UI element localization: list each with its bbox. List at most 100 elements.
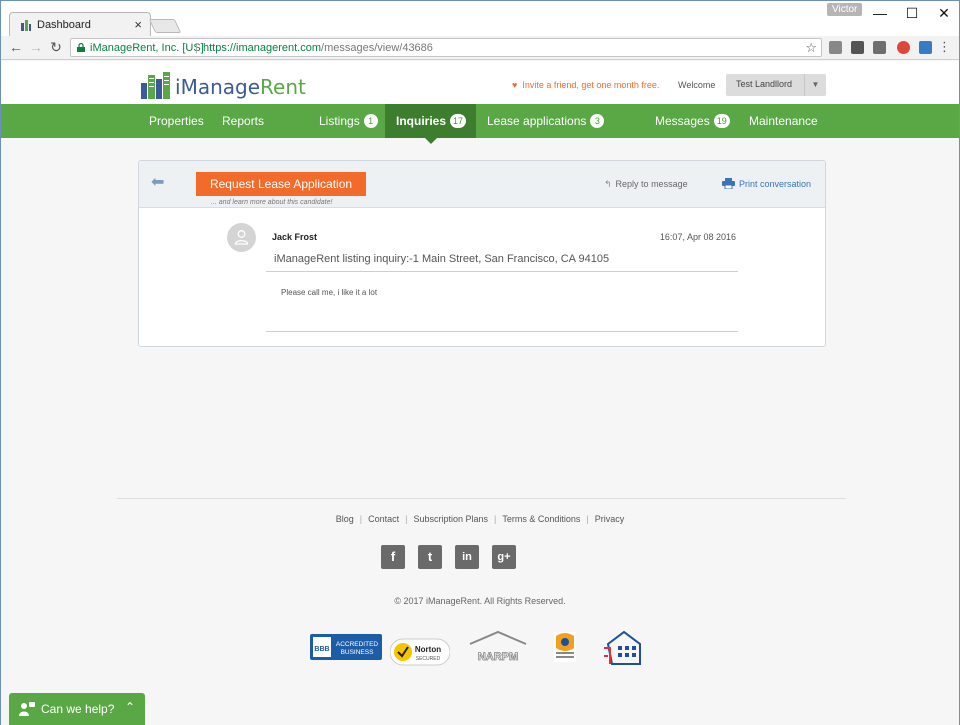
caret-down-icon[interactable]: ▼ (804, 74, 826, 96)
footer-link-blog[interactable]: Blog (336, 514, 354, 524)
bbb-line1: ACCREDITED (336, 641, 379, 648)
message-timestamp: 16:07, Apr 08 2016 (659, 232, 736, 242)
narpm-badge[interactable]: NARPM (466, 630, 530, 666)
back-arrow-icon[interactable]: ⬅ (151, 172, 164, 192)
nav-label: Reports (222, 114, 265, 128)
badge-extension-icon[interactable] (873, 41, 886, 54)
norton-label: Norton (415, 645, 441, 654)
bookmark-star-icon[interactable]: ☆ (805, 40, 817, 56)
nav-messages[interactable]: Messages 19 (655, 104, 730, 138)
user-menu-button[interactable]: Test Landllord ▼ (726, 74, 826, 96)
nav-listings[interactable]: Listings 1 (319, 104, 378, 138)
print-label: Print conversation (739, 179, 812, 189)
address-bar[interactable]: iManageRent, Inc. [US] | https://imanage… (70, 38, 822, 57)
invite-link[interactable]: ♥ Invite a friend, get one month free. (512, 80, 659, 90)
url-path: /messages/view/43686 (321, 42, 433, 54)
heart-icon: ♥ (512, 80, 518, 90)
buildings-logo-icon (141, 72, 170, 99)
footer-link-contact[interactable]: Contact (368, 514, 399, 524)
footer-separator: | (494, 514, 497, 524)
avatar (227, 223, 256, 252)
norton-secured-badge[interactable]: Norton SECURED (390, 638, 450, 666)
browser-tab[interactable]: Dashboard × (9, 12, 151, 37)
footer-links: Blog | Contact | Subscription Plans | Terms & … (0, 514, 960, 524)
pocket-extension-icon[interactable] (851, 41, 864, 54)
logo-rent: Rent (260, 75, 306, 99)
screen-extension-icon[interactable] (919, 41, 932, 54)
reply-to-message-link[interactable]: ↰ Reply to message (604, 179, 688, 190)
message-card: ⬅ Request Lease Application ... and lear… (138, 160, 826, 347)
norton-sublabel: SECURED (416, 656, 441, 662)
caa-badge[interactable] (552, 630, 578, 666)
tab-title: Dashboard (37, 19, 91, 31)
invite-text: Invite a friend, get one month free. (522, 80, 660, 90)
print-conversation-link[interactable]: Print conversation (722, 178, 811, 189)
message-card-header: ⬅ Request Lease Application ... and lear… (139, 161, 825, 208)
footer-separator: | (359, 514, 363, 524)
footer-link-subscription-plans[interactable]: Subscription Plans (413, 514, 488, 524)
nav-label: Inquiries (396, 114, 447, 128)
browser-toolbar: ← → ↻ iManageRent, Inc. [US] | https://i… (0, 36, 960, 60)
reply-icon: ↰ (604, 179, 612, 189)
window-border (0, 0, 1, 725)
camera-extension-icon[interactable] (829, 41, 842, 54)
footer-link-privacy[interactable]: Privacy (595, 514, 625, 524)
bbb-accredited-badge[interactable]: BBB ACCREDITED BUSINESS (310, 630, 382, 666)
request-lease-application-button[interactable]: Request Lease Application (196, 172, 366, 196)
message-body: Please call me, i like it a lot (281, 288, 378, 297)
nav-inquiries[interactable]: Inquiries 17 (385, 104, 476, 144)
nav-maintenance[interactable]: Maintenance (749, 104, 818, 138)
maximize-button[interactable]: ☐ (897, 3, 927, 23)
sf-apartment-association-badge[interactable] (602, 630, 642, 666)
site-header: iManageRent ♥ Invite a friend, get one mo… (0, 61, 960, 104)
nav-reports[interactable]: Reports (222, 104, 264, 138)
nav-label: Maintenance (749, 114, 818, 128)
browser-titlebar: Dashboard × Victor — ☐ ✕ (0, 0, 960, 37)
svg-text:BBB: BBB (314, 646, 329, 653)
tab-close-icon[interactable]: × (134, 17, 142, 32)
back-icon[interactable]: ← (7, 38, 25, 56)
forward-icon[interactable]: → (27, 38, 45, 56)
nav-label: Listings (319, 114, 360, 128)
chat-person-icon (19, 702, 35, 716)
main-nav: Properties Reports Listings 1 Inquiries 17… (0, 104, 960, 144)
nav-lease-applications[interactable]: Lease applications 3 (487, 104, 605, 138)
twitter-icon[interactable]: t (418, 545, 442, 569)
user-name: Test Landllord (736, 79, 793, 89)
close-window-button[interactable]: ✕ (929, 3, 959, 23)
welcome-label: Welcome (678, 80, 716, 90)
nav-count-badge: 3 (590, 114, 605, 128)
bbb-line2: BUSINESS (341, 649, 375, 656)
divider (266, 331, 738, 332)
ublock-extension-icon[interactable] (897, 41, 910, 54)
footer-separator: | (586, 514, 589, 524)
reload-icon[interactable]: ↻ (47, 38, 65, 56)
nav-count-badge: 17 (450, 114, 467, 128)
user-avatar-icon (234, 230, 249, 245)
url-text: https://imanagerent.com/messages/view/43… (203, 42, 433, 54)
nav-label: Properties (149, 114, 204, 128)
footer-divider (117, 498, 846, 499)
nav-count-badge: 1 (363, 114, 378, 128)
facebook-icon[interactable]: f (381, 545, 405, 569)
profile-badge[interactable]: Victor (827, 3, 863, 16)
divider (266, 271, 738, 272)
nav-properties[interactable]: Properties (149, 104, 204, 138)
chevron-up-icon[interactable]: ⌃ (125, 700, 135, 714)
logo-manage: Manage (180, 75, 261, 99)
secure-origin-label: iManageRent, Inc. [US] (90, 42, 204, 54)
reply-label: Reply to message (615, 179, 688, 189)
browser-menu-icon[interactable]: ⋮ (938, 39, 951, 55)
footer-link-terms[interactable]: Terms & Conditions (502, 514, 580, 524)
nav-count-badge: 19 (713, 114, 730, 128)
google-plus-icon[interactable]: g+ (492, 545, 516, 569)
nav-label: Lease applications (487, 114, 587, 128)
linkedin-icon[interactable]: in (455, 545, 479, 569)
chat-label: Can we help? (41, 702, 115, 716)
minimize-button[interactable]: — (865, 3, 895, 23)
logo-wordmark: iManageRent (175, 75, 306, 99)
url-host: https://imanagerent.com (203, 42, 322, 54)
message-subject: iManageRent listing inquiry:-1 Main Stre… (274, 253, 610, 265)
new-tab-button[interactable] (148, 19, 182, 33)
chat-widget-button[interactable]: Can we help? ⌃ (9, 693, 145, 725)
